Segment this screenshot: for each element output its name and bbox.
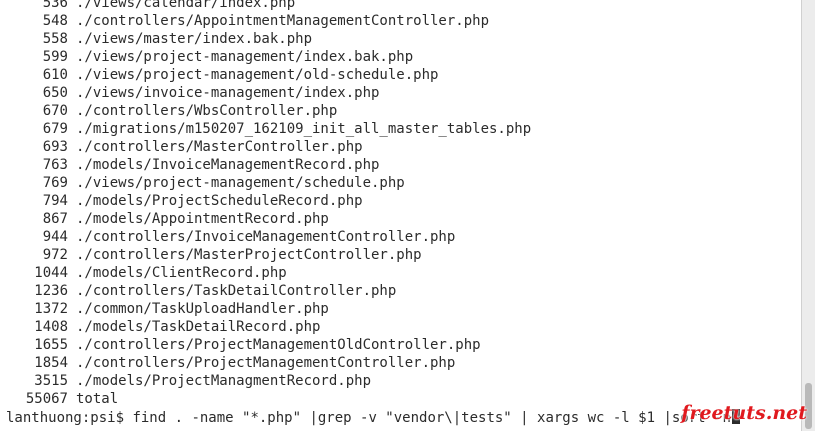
vertical-scrollbar[interactable] — [801, 0, 815, 431]
line-count: 972 — [42, 247, 68, 263]
terminal-window[interactable]: 536 ./views/calendar/index.php 548 ./contr… — [0, 0, 801, 431]
line-count: 55067 — [25, 391, 68, 407]
file-path: ./models/ProjectScheduleRecord.php — [76, 193, 363, 209]
line-count: 1372 — [34, 301, 68, 317]
output-line: 1372 ./common/TaskUploadHandler.php — [6, 300, 531, 318]
file-path: ./controllers/ProjectManagementControlle… — [76, 355, 456, 371]
file-path: ./controllers/MasterProjectController.ph… — [76, 247, 422, 263]
output-line: 610 ./views/project-management/old-schedu… — [6, 66, 531, 84]
line-count: 670 — [42, 103, 68, 119]
file-path: ./migrations/m150207_162109_init_all_mas… — [76, 121, 532, 137]
line-count: 693 — [42, 139, 68, 155]
output-line: 558 ./views/master/index.bak.php — [6, 30, 531, 48]
command-line[interactable]: lanthuong:psi$ find . -name "*.php" |gre… — [6, 409, 740, 427]
file-path: ./views/project-management/old-schedule.… — [76, 67, 439, 83]
line-count: 867 — [42, 211, 68, 227]
line-count: 650 — [42, 85, 68, 101]
file-path: ./controllers/MasterController.php — [76, 139, 363, 155]
output-line: 1236 ./controllers/TaskDetailController.p… — [6, 282, 531, 300]
line-count: 1044 — [34, 265, 68, 281]
line-count: 944 — [42, 229, 68, 245]
file-path: ./views/master/index.bak.php — [76, 31, 313, 47]
output-line: 867 ./models/AppointmentRecord.php — [6, 210, 531, 228]
shell-prompt: lanthuong:psi$ — [6, 410, 133, 426]
file-path: ./controllers/TaskDetailController.php — [76, 283, 397, 299]
file-path: ./controllers/ProjectManagementOldContro… — [76, 337, 481, 353]
file-path: ./controllers/WbsController.php — [76, 103, 338, 119]
file-path: ./models/ClientRecord.php — [76, 265, 287, 281]
output-line: 763 ./models/InvoiceManagementRecord.php — [6, 156, 531, 174]
output-line: 944 ./controllers/InvoiceManagementContro… — [6, 228, 531, 246]
output-line-total: 55067 total — [6, 390, 531, 408]
line-count: 769 — [42, 175, 68, 191]
file-path: ./views/calendar/index.php — [76, 0, 296, 11]
file-path: ./views/project-management/schedule.php — [76, 175, 405, 191]
output-line: 1655 ./controllers/ProjectManagementOldCo… — [6, 336, 531, 354]
line-count: 1408 — [34, 319, 68, 335]
file-path: ./models/ProjectManagmentRecord.php — [76, 373, 372, 389]
output-line: 794 ./models/ProjectScheduleRecord.php — [6, 192, 531, 210]
file-path: ./common/TaskUploadHandler.php — [76, 301, 329, 317]
file-path: ./controllers/AppointmentManagementContr… — [76, 13, 490, 29]
file-path: ./models/AppointmentRecord.php — [76, 211, 329, 227]
line-count: 763 — [42, 157, 68, 173]
line-count: 679 — [42, 121, 68, 137]
total-label: total — [76, 391, 119, 407]
command-text[interactable]: find . -name "*.php" |grep -v "vendor\|t… — [132, 410, 730, 426]
line-count: 794 — [42, 193, 68, 209]
output-line: 1854 ./controllers/ProjectManagementContr… — [6, 354, 531, 372]
output-line: 599 ./views/project-management/index.bak.… — [6, 48, 531, 66]
line-count: 3515 — [34, 373, 68, 389]
file-path: ./views/invoice-management/index.php — [76, 85, 380, 101]
file-path: ./views/project-management/index.bak.php — [76, 49, 414, 65]
line-count: 1236 — [34, 283, 68, 299]
output-line: 1408 ./models/TaskDetailRecord.php — [6, 318, 531, 336]
line-count: 1854 — [34, 355, 68, 371]
output-line: 536 ./views/calendar/index.php — [6, 0, 531, 12]
line-count: 610 — [42, 67, 68, 83]
file-path: ./models/InvoiceManagementRecord.php — [76, 157, 380, 173]
watermark-logo: freetuts.net — [681, 402, 807, 424]
output-line: 548 ./controllers/AppointmentManagementCo… — [6, 12, 531, 30]
output-line: 693 ./controllers/MasterController.php — [6, 138, 531, 156]
line-count: 536 — [42, 0, 68, 11]
output-line: 3515 ./models/ProjectManagmentRecord.php — [6, 372, 531, 390]
file-path: ./models/TaskDetailRecord.php — [76, 319, 321, 335]
output-line: 972 ./controllers/MasterProjectController… — [6, 246, 531, 264]
output-line: 1044 ./models/ClientRecord.php — [6, 264, 531, 282]
line-count: 558 — [42, 31, 68, 47]
line-count: 599 — [42, 49, 68, 65]
file-path: ./controllers/InvoiceManagementControlle… — [76, 229, 456, 245]
output-line: 670 ./controllers/WbsController.php — [6, 102, 531, 120]
line-count: 1655 — [34, 337, 68, 353]
output-lines: 536 ./views/calendar/index.php 548 ./contr… — [6, 0, 531, 408]
output-line: 769 ./views/project-management/schedule.p… — [6, 174, 531, 192]
line-count: 548 — [42, 13, 68, 29]
output-line: 650 ./views/invoice-management/index.php — [6, 84, 531, 102]
output-line: 679 ./migrations/m150207_162109_init_all_… — [6, 120, 531, 138]
